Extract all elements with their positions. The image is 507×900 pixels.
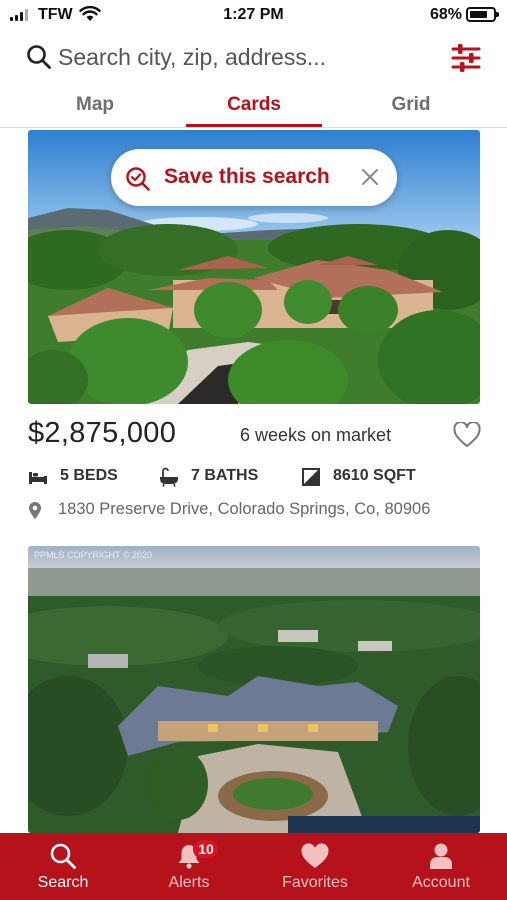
active-tab-indicator — [186, 124, 322, 127]
tab-grid[interactable]: Grid — [346, 86, 476, 128]
sqft-label: 8610 SQFT — [333, 467, 416, 484]
search-check-icon — [126, 167, 150, 191]
tab-cards[interactable]: Cards — [186, 86, 322, 128]
nav-search[interactable]: Search — [0, 833, 126, 900]
battery-percent: 68% — [430, 6, 463, 23]
view-tabs: Map Cards Grid — [0, 86, 507, 128]
save-search-pill[interactable]: Save this search — [111, 149, 397, 206]
alerts-badge: 10 — [193, 839, 219, 859]
search-input[interactable] — [58, 42, 418, 72]
days-on-market: 6 weeks on market — [240, 425, 392, 445]
listing-photo-2[interactable]: PPMLS COPYRIGHT © 2020 — [28, 546, 480, 833]
close-icon[interactable] — [361, 168, 379, 186]
nav-alerts[interactable]: 10 Alerts — [126, 833, 252, 900]
bottom-nav: Search 10 Alerts Favorites Account — [0, 833, 507, 900]
filter-icon[interactable] — [450, 42, 482, 74]
listing-address: 1830 Preserve Drive, Colorado Springs, C… — [28, 500, 488, 522]
listing-specs: 5 BEDS 7 BATHS 8610 SQFT — [28, 466, 480, 490]
square-footage-icon — [302, 468, 320, 486]
photo-watermark: PPMLS COPYRIGHT © 2020 — [34, 550, 152, 560]
favorite-heart-icon[interactable] — [453, 422, 481, 448]
aerial-house-photo-image: PPMLS COPYRIGHT © 2020 — [28, 546, 480, 833]
location-pin-icon — [29, 502, 41, 519]
person-icon — [430, 843, 452, 869]
nav-alerts-label: Alerts — [168, 874, 210, 891]
baths-label: 7 BATHS — [191, 467, 259, 484]
tab-map[interactable]: Map — [30, 86, 160, 128]
battery-icon — [466, 7, 499, 22]
search-icon — [50, 843, 76, 869]
save-search-label: Save this search — [164, 165, 330, 188]
nav-favorites-label: Favorites — [282, 874, 348, 891]
search-icon — [27, 45, 51, 69]
heart-icon — [301, 843, 329, 868]
nav-favorites[interactable]: Favorites — [252, 833, 378, 900]
listing-price: $2,875,000 — [28, 417, 177, 449]
address-text: 1830 Preserve Drive, Colorado Springs, C… — [58, 500, 431, 518]
beds-label: 5 BEDS — [60, 467, 118, 484]
nav-account-label: Account — [412, 874, 470, 891]
nav-search-label: Search — [37, 874, 89, 891]
bed-icon — [29, 472, 47, 484]
bathtub-icon — [160, 467, 178, 487]
nav-account[interactable]: Account — [378, 833, 504, 900]
status-bar: TFW 1:27 PM 68% — [0, 0, 507, 30]
search-bar — [0, 36, 507, 80]
